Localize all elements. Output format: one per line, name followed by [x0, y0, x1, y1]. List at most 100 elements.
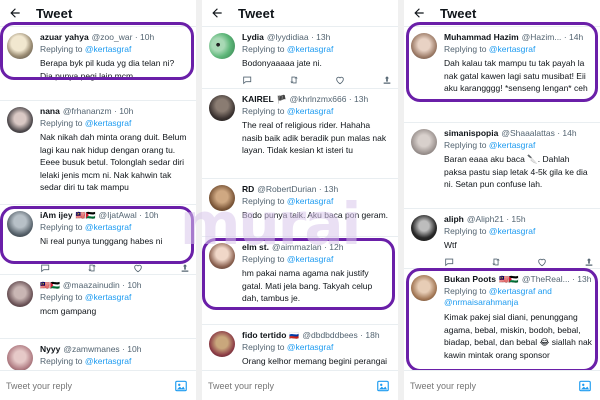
timestamp[interactable]: · 14h [557, 128, 576, 138]
display-name[interactable]: fido tertido [242, 330, 286, 340]
mention-link[interactable]: @kertasgraf [287, 44, 333, 54]
timestamp[interactable]: · 15h [506, 214, 525, 224]
avatar[interactable] [7, 345, 33, 371]
mention-link[interactable]: @kertasgraf [85, 44, 131, 54]
reply-input[interactable] [6, 380, 174, 391]
handle: @Hazim... [521, 32, 562, 42]
back-arrow-icon[interactable] [210, 6, 224, 20]
mention-link[interactable]: @kertasgraf [85, 118, 131, 128]
mention-link[interactable]: @kertasgraf [287, 342, 333, 352]
timestamp[interactable]: · 13h [572, 274, 591, 284]
replying-label: Replying to [242, 254, 285, 264]
tweet-reply[interactable]: KAIREL 🏴 @khrlnzmx666 · 13h Replying to @k… [202, 88, 398, 178]
tweet-reply[interactable]: simanispopia @Shaaalattas · 14h Replying … [404, 122, 600, 208]
retweet-icon[interactable] [491, 257, 501, 267]
panel-header: Tweet [404, 0, 600, 26]
page-title: Tweet [440, 5, 477, 21]
mention-link[interactable]: @kertasgraf [85, 292, 131, 302]
tweet-reply[interactable]: elm st. @aimmazlan · 12h Replying to @ker… [202, 236, 398, 324]
display-name[interactable]: RD [242, 184, 254, 194]
display-name[interactable]: iAm ijey [40, 210, 73, 220]
avatar[interactable] [7, 33, 33, 59]
timestamp[interactable]: · 13h [319, 184, 338, 194]
display-name[interactable]: aliph [444, 214, 464, 224]
share-icon[interactable] [180, 263, 190, 273]
tweet-thread-panel-3: Tweet Muhammad Hazim @Hazim... · 14h Repl… [404, 0, 600, 400]
tweet-text: The real of religious rider. Hahaha nasi… [242, 120, 387, 155]
timestamp[interactable]: · 18h [360, 330, 379, 340]
flag-emoji: 🇲🇾🇵🇸 [75, 211, 96, 220]
reply-input[interactable] [410, 380, 578, 391]
back-arrow-icon[interactable] [412, 6, 426, 20]
retweet-icon[interactable] [289, 75, 299, 85]
image-icon[interactable] [174, 379, 188, 393]
share-icon[interactable] [584, 257, 594, 267]
avatar[interactable] [209, 185, 235, 211]
retweet-icon[interactable] [87, 263, 97, 273]
tweet-reply[interactable]: Lydia @lyydidiaa · 13h Replying to @kerta… [202, 26, 398, 88]
display-name[interactable]: Muhammad Hazim [444, 32, 519, 42]
tweet-reply[interactable]: aliph @Aliph21 · 15h Replying to @kertasg… [404, 208, 600, 268]
flag-emoji: 🇲🇾🇵🇸 [498, 275, 519, 284]
like-icon[interactable] [133, 263, 143, 273]
tweet-reply[interactable]: 🇲🇾🇵🇸 @maazainudin · 10h Replying to @kert… [0, 274, 196, 338]
tweet-reply[interactable]: RD @RobertDurian · 13h Replying to @kerta… [202, 178, 398, 236]
timestamp[interactable]: · 10h [122, 280, 141, 290]
avatar[interactable] [411, 33, 437, 59]
display-name[interactable]: simanispopia [444, 128, 498, 138]
timestamp[interactable]: · 13h [349, 94, 368, 104]
timestamp[interactable]: · 12h [324, 242, 343, 252]
avatar[interactable] [411, 129, 437, 155]
display-name[interactable]: nana [40, 106, 60, 116]
mention-link[interactable]: @kertasgraf [85, 356, 131, 366]
image-icon[interactable] [578, 379, 592, 393]
tweet-reply[interactable]: Bukan Poots 🇲🇾🇵🇸 @TheReal... · 13h Replyin… [404, 268, 600, 372]
mention-link[interactable]: @kertasgraf [489, 44, 535, 54]
timestamp[interactable]: · 10h [135, 32, 154, 42]
mention-link[interactable]: @kertasgraf [287, 254, 333, 264]
avatar[interactable] [209, 243, 235, 269]
tweet-reply[interactable]: azuar yahya @zoo_war · 10h Replying to @k… [0, 26, 196, 100]
tweet-reply[interactable]: iAm ijey 🇲🇾🇵🇸 @IjatAwal · 10h Replying to … [0, 204, 196, 274]
like-icon[interactable] [335, 75, 345, 85]
like-icon[interactable] [537, 257, 547, 267]
display-name[interactable]: KAIREL [242, 94, 274, 104]
avatar[interactable] [7, 281, 33, 307]
timestamp[interactable]: · 13h [311, 32, 330, 42]
display-name[interactable]: Lydia [242, 32, 264, 42]
timestamp[interactable]: · 10h [122, 344, 141, 354]
reply-icon[interactable] [40, 263, 50, 273]
reply-icon[interactable] [444, 257, 454, 267]
share-icon[interactable] [382, 75, 392, 85]
image-icon[interactable] [376, 379, 390, 393]
avatar[interactable] [209, 331, 235, 357]
reply-input[interactable] [208, 380, 376, 391]
tweet-reply[interactable]: Muhammad Hazim @Hazim... · 14h Replying t… [404, 26, 600, 122]
tweet-thread-panel-2: Tweet Lydia @lyydidiaa · 13h Replying to … [202, 0, 398, 400]
handle: @maazainudin [62, 280, 120, 290]
avatar[interactable] [209, 95, 235, 121]
tweet-reply[interactable]: fido tertido 🇷🇺 @dbdbddbees · 18h Replying… [202, 324, 398, 374]
mention-link[interactable]: @kertasgraf [287, 196, 333, 206]
avatar[interactable] [411, 215, 437, 241]
avatar[interactable] [411, 275, 437, 301]
display-name[interactable]: azuar yahya [40, 32, 89, 42]
reply-icon[interactable] [242, 75, 252, 85]
avatar[interactable] [7, 107, 33, 133]
tweet-reply[interactable]: nana @frhananzm · 10h Replying to @kertas… [0, 100, 196, 204]
mention-link[interactable]: @kertasgraf [85, 222, 131, 232]
flag-emoji: 🇷🇺 [289, 331, 300, 340]
timestamp[interactable]: · 14h [564, 32, 583, 42]
display-name[interactable]: Nyyy [40, 344, 60, 354]
display-name[interactable]: elm st. [242, 242, 269, 252]
avatar[interactable] [7, 211, 33, 237]
timestamp[interactable]: · 10h [139, 210, 158, 220]
mention-link[interactable]: @kertasgraf [489, 226, 535, 236]
display-name[interactable]: Bukan Poots [444, 274, 496, 284]
back-arrow-icon[interactable] [8, 6, 22, 20]
timestamp[interactable]: · 10h [114, 106, 133, 116]
avatar[interactable] [209, 33, 235, 59]
panel-header: Tweet [202, 0, 398, 26]
mention-link[interactable]: @kertasgraf [287, 106, 333, 116]
mention-link[interactable]: @kertasgraf [489, 140, 535, 150]
